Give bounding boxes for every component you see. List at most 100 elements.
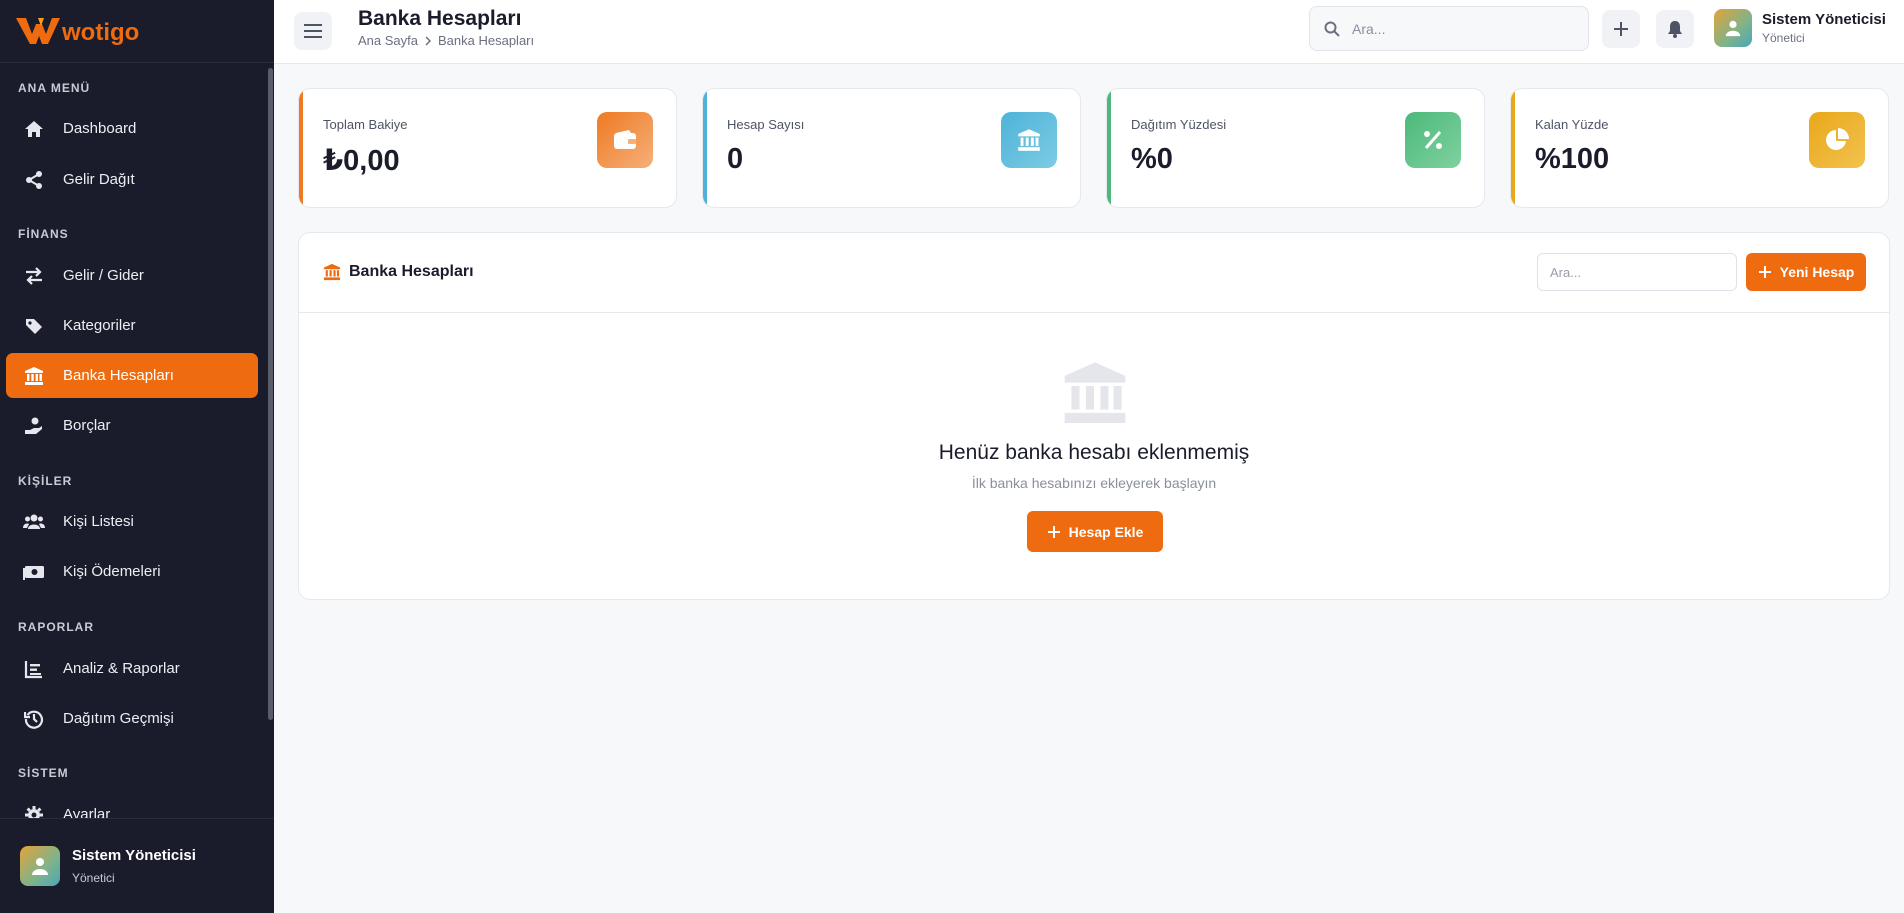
sidebar-item-ayarlar[interactable]: Ayarlar bbox=[6, 792, 258, 818]
add-account-button[interactable]: Hesap Ekle bbox=[1027, 511, 1163, 552]
breadcrumb-home-link[interactable]: Ana Sayfa bbox=[358, 33, 418, 48]
panel-search-input[interactable] bbox=[1537, 253, 1737, 291]
pie-chart-icon bbox=[1809, 112, 1865, 168]
notifications-button[interactable] bbox=[1656, 10, 1694, 48]
sidebar-item-kisi-listesi[interactable]: Kişi Listesi bbox=[6, 499, 258, 544]
add-account-button-label: Hesap Ekle bbox=[1068, 523, 1144, 540]
sidebar-item-gelir-gider[interactable]: Gelir / Gider bbox=[6, 253, 258, 298]
user-icon bbox=[1725, 20, 1741, 37]
stat-label: Hesap Sayısı bbox=[727, 117, 805, 132]
bank-icon bbox=[323, 263, 341, 281]
logo[interactable]: wotigo bbox=[0, 0, 274, 63]
sidebar-item-dashboard[interactable]: Dashboard bbox=[6, 106, 258, 151]
stat-card-distribution-percent: Dağıtım Yüzdesi %0 bbox=[1106, 88, 1485, 208]
new-account-button-label: Yeni Hesap bbox=[1779, 264, 1855, 280]
panel-header: Banka Hesapları Yeni Hesap bbox=[299, 233, 1889, 313]
wotigo-logo-icon: wotigo bbox=[16, 18, 139, 46]
sidebar-item-label: Kategoriler bbox=[63, 317, 136, 334]
panel-title-text: Banka Hesapları bbox=[349, 263, 474, 280]
section-title-system: SİSTEM bbox=[18, 766, 69, 780]
stat-label: Toplam Bakiye bbox=[323, 117, 408, 132]
stat-value: 0 bbox=[727, 143, 744, 175]
sidebar-item-label: Kişi Ödemeleri bbox=[63, 563, 161, 580]
stat-card-account-count: Hesap Sayısı 0 bbox=[702, 88, 1081, 208]
sidebar-item-label: Banka Hesapları bbox=[63, 367, 174, 384]
header-user-menu[interactable]: Sistem Yöneticisi Yönetici bbox=[1714, 9, 1886, 47]
sidebar-item-label: Dashboard bbox=[63, 120, 137, 137]
header-user-name: Sistem Yöneticisi bbox=[1762, 11, 1886, 28]
sidebar-scrollbar[interactable] bbox=[268, 68, 273, 720]
page-title: Banka Hesapları bbox=[358, 7, 522, 30]
sidebar-item-kategoriler[interactable]: Kategoriler bbox=[6, 303, 258, 348]
sidebar-item-label: Ayarlar bbox=[63, 806, 111, 818]
chart-icon bbox=[22, 657, 46, 681]
top-header: Banka Hesapları Ana Sayfa Banka Hesaplar… bbox=[274, 0, 1904, 64]
wallet-icon bbox=[597, 112, 653, 168]
sidebar-item-gelir-dagit[interactable]: Gelir Dağıt bbox=[6, 157, 258, 202]
new-account-button[interactable]: Yeni Hesap bbox=[1746, 253, 1866, 291]
breadcrumb: Ana Sayfa Banka Hesapları bbox=[358, 33, 534, 48]
user-icon bbox=[32, 858, 48, 875]
hamburger-icon bbox=[304, 24, 322, 38]
quick-add-button[interactable] bbox=[1602, 10, 1640, 48]
section-title-people: KİŞİLER bbox=[18, 474, 73, 488]
sidebar-item-analiz-raporlar[interactable]: Analiz & Raporlar bbox=[6, 646, 258, 691]
stat-label: Dağıtım Yüzdesi bbox=[1131, 117, 1227, 132]
avatar bbox=[20, 846, 60, 886]
hand-coin-icon bbox=[22, 414, 46, 438]
stat-card-remaining-percent: Kalan Yüzde %100 bbox=[1510, 88, 1889, 208]
history-icon bbox=[22, 707, 46, 731]
bell-icon bbox=[1668, 21, 1682, 38]
stat-value: %0 bbox=[1131, 143, 1173, 175]
sidebar-item-label: Gelir Dağıt bbox=[63, 171, 135, 188]
sidebar-item-banka-hesaplari[interactable]: Banka Hesapları bbox=[6, 353, 258, 398]
empty-state-subtitle: İlk banka hesabınızı ekleyerek başlayın bbox=[971, 475, 1217, 491]
breadcrumb-current: Banka Hesapları bbox=[438, 33, 535, 48]
search-icon bbox=[1324, 21, 1340, 37]
sidebar-item-borclar[interactable]: Borçlar bbox=[6, 403, 258, 448]
stat-label: Kalan Yüzde bbox=[1535, 117, 1609, 132]
panel-title: Banka Hesapları bbox=[323, 263, 474, 281]
sidebar: wotigo ANA MENÜ Dashboard Gelir Dağıt Fİ… bbox=[0, 0, 274, 913]
svg-text:wotigo: wotigo bbox=[61, 19, 139, 46]
section-title-reports: RAPORLAR bbox=[18, 620, 94, 634]
users-icon bbox=[22, 510, 46, 534]
header-search bbox=[1309, 6, 1589, 51]
header-user-role: Yönetici bbox=[1762, 31, 1805, 45]
sidebar-item-label: Borçlar bbox=[63, 417, 111, 434]
sidebar-user-role: Yönetici bbox=[72, 871, 115, 885]
sidebar-user-name: Sistem Yöneticisi bbox=[72, 847, 196, 864]
sidebar-item-kisi-odemeleri[interactable]: Kişi Ödemeleri bbox=[6, 549, 258, 594]
percent-icon bbox=[1405, 112, 1461, 168]
plus-icon bbox=[1758, 266, 1771, 278]
menu-toggle-button[interactable] bbox=[294, 12, 332, 50]
bank-accounts-panel: Banka Hesapları Yeni Hesap Henüz banka h… bbox=[298, 232, 1890, 600]
sidebar-item-dagitim-gecmisi[interactable]: Dağıtım Geçmişi bbox=[6, 696, 258, 741]
stat-value: ₺0,00 bbox=[323, 145, 400, 177]
chevron-right-icon bbox=[425, 35, 432, 46]
money-bill-icon bbox=[22, 560, 46, 584]
bank-icon bbox=[22, 364, 46, 388]
plus-icon bbox=[1047, 525, 1060, 538]
share-icon bbox=[22, 168, 46, 192]
sidebar-item-label: Gelir / Gider bbox=[63, 267, 144, 284]
section-title-main: ANA MENÜ bbox=[18, 81, 91, 95]
sidebar-nav: ANA MENÜ Dashboard Gelir Dağıt FİNANS Ge… bbox=[0, 64, 266, 818]
home-icon bbox=[22, 117, 46, 141]
gear-icon bbox=[22, 803, 46, 818]
header-search-input[interactable] bbox=[1352, 20, 1572, 37]
stat-card-total-balance: Toplam Bakiye ₺0,00 bbox=[298, 88, 677, 208]
avatar bbox=[1714, 9, 1752, 47]
section-title-finance: FİNANS bbox=[18, 227, 69, 241]
plus-icon bbox=[1614, 22, 1628, 36]
sidebar-user-card[interactable]: Sistem Yöneticisi Yönetici bbox=[0, 818, 274, 913]
empty-state-bank-icon bbox=[1061, 359, 1129, 428]
bank-icon bbox=[1001, 112, 1057, 168]
sidebar-item-label: Analiz & Raporlar bbox=[63, 660, 180, 677]
sidebar-item-label: Kişi Listesi bbox=[63, 513, 134, 530]
exchange-arrows-icon bbox=[22, 264, 46, 288]
stat-value: %100 bbox=[1535, 143, 1610, 175]
empty-state-title: Henüz banka hesabı eklenmemiş bbox=[938, 441, 1250, 464]
tags-icon bbox=[22, 314, 46, 338]
sidebar-item-label: Dağıtım Geçmişi bbox=[63, 710, 174, 727]
